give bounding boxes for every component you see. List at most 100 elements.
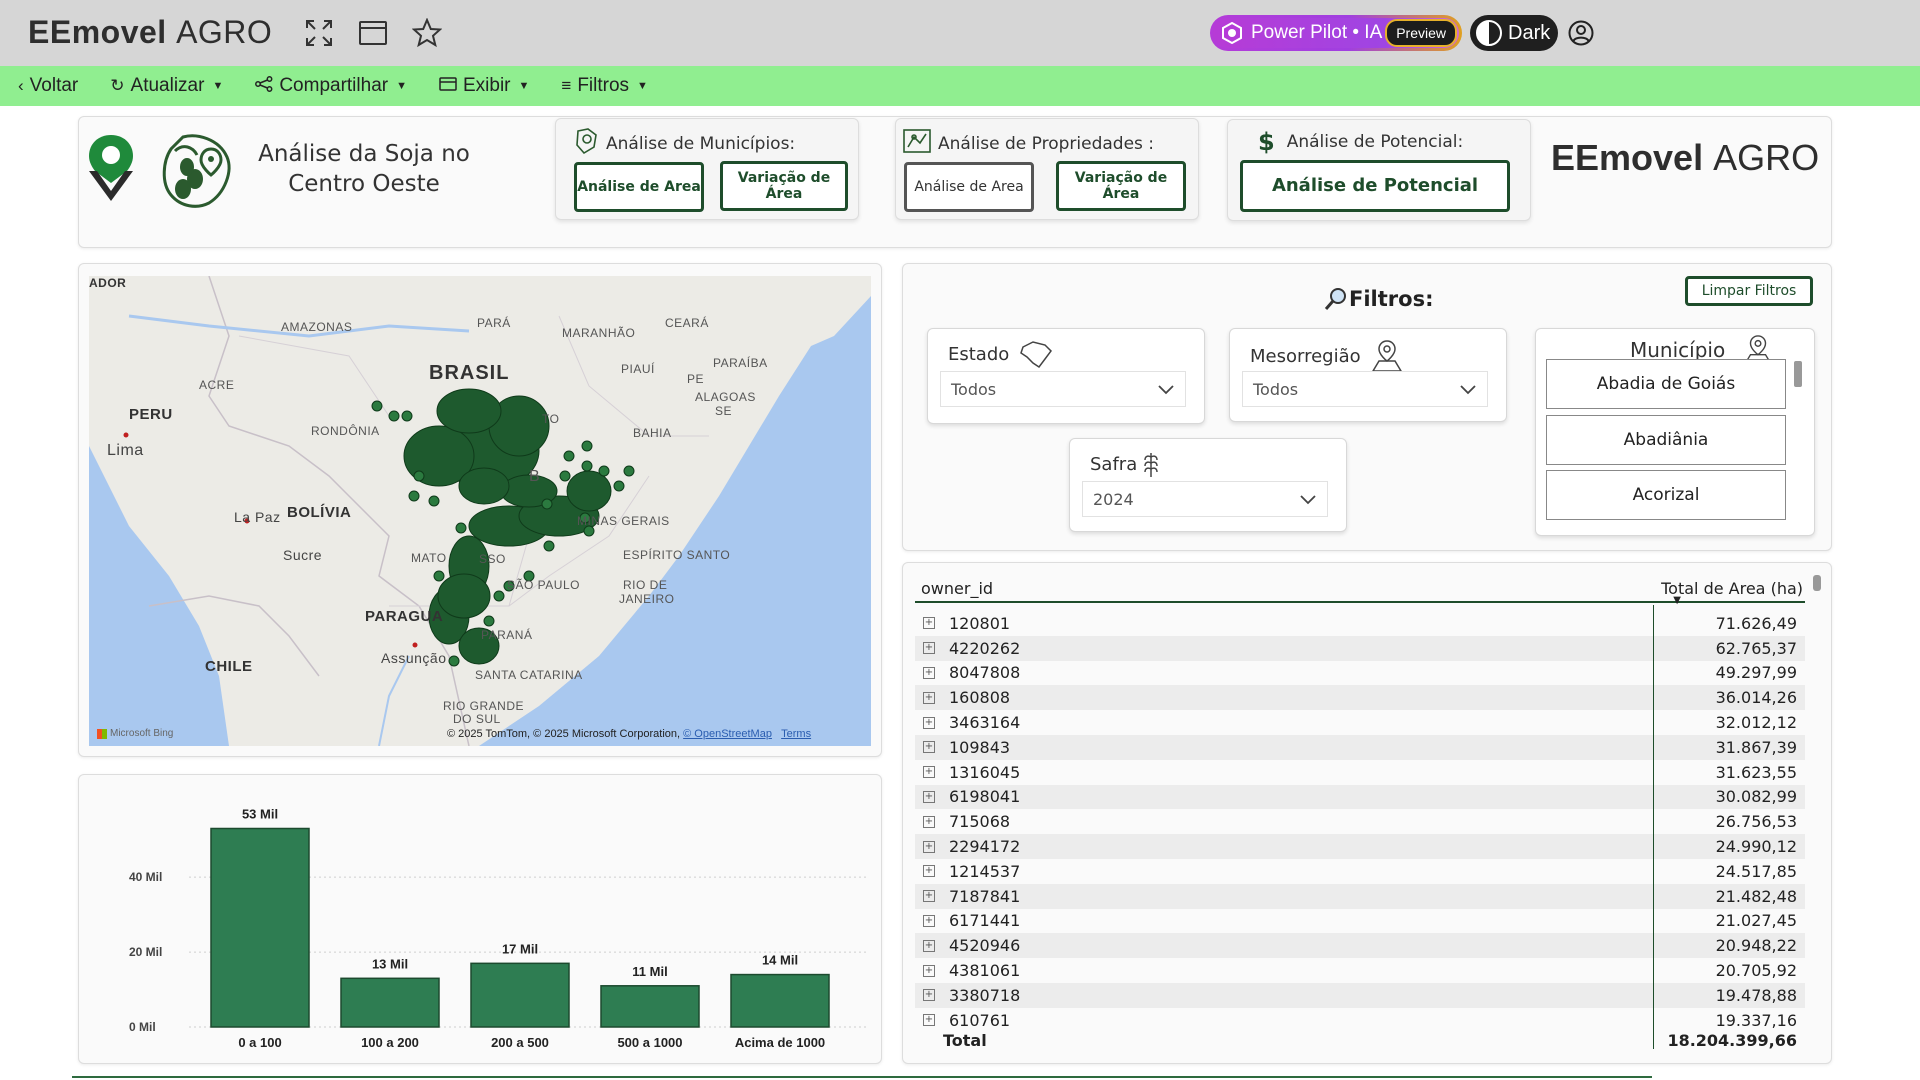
- clear-filters-button[interactable]: Limpar Filtros: [1685, 276, 1813, 306]
- table-row[interactable]: +715068 26.756,53: [915, 809, 1805, 834]
- window-icon[interactable]: [356, 16, 390, 50]
- expand-icon[interactable]: +: [923, 989, 935, 1002]
- owner-id-cell: 2294172: [949, 837, 1021, 857]
- soy-map[interactable]: ADOR AMAZONAS PARÁ MARANHÃO CEARÁ BRASIL…: [89, 276, 871, 746]
- expand-icon[interactable]: +: [923, 617, 935, 630]
- brand-bold: EEmovel: [28, 14, 167, 50]
- safra-value: 2024: [1093, 489, 1134, 509]
- column-divider: [1653, 605, 1654, 1049]
- expand-icon[interactable]: +: [923, 790, 935, 803]
- table-row[interactable]: +109843 31.867,39: [915, 734, 1805, 760]
- expand-icon[interactable]: +: [923, 914, 935, 927]
- table-row[interactable]: +8047808 49.297,99: [915, 661, 1805, 686]
- owner-id-cell: 1214537: [949, 861, 1021, 881]
- expand-icon[interactable]: +: [923, 691, 935, 704]
- table-row[interactable]: +2294172 24.990,12: [915, 834, 1805, 859]
- municipio-option[interactable]: Abadiânia: [1546, 415, 1786, 465]
- chevron-down-icon: [1460, 385, 1476, 395]
- mesorregiao-dropdown[interactable]: Todos: [1242, 371, 1488, 407]
- municipio-option[interactable]: Acorizal: [1546, 470, 1786, 520]
- app-top-bar: EEmovel AGRO Power Pilot • IA Preview Da…: [0, 0, 1920, 66]
- user-account-icon[interactable]: [1568, 20, 1594, 46]
- propriedades-area-button[interactable]: Análise de Area: [904, 162, 1034, 212]
- table-row[interactable]: +3380718 19.478,88: [915, 982, 1805, 1008]
- filters-menu[interactable]: ≡ Filtros ▼: [561, 75, 648, 97]
- table-row[interactable]: +3463164 32.012,12: [915, 710, 1805, 735]
- municipio-scrollbar[interactable]: [1794, 361, 1802, 387]
- dollar-icon: $: [1258, 128, 1275, 156]
- header-card: Análise da Soja no Centro Oeste Análise …: [78, 116, 1832, 248]
- filters-label: Filtros: [577, 75, 630, 96]
- expand-icon[interactable]: +: [923, 964, 935, 977]
- expand-icon[interactable]: +: [923, 766, 935, 779]
- table-row[interactable]: +7187841 21.482,48: [915, 883, 1805, 909]
- osm-link[interactable]: © OpenStreetMap: [683, 728, 772, 740]
- owner-id-cell: 7187841: [949, 886, 1021, 906]
- table-row[interactable]: +4220262 62.765,37: [915, 635, 1805, 661]
- propriedades-variation-button[interactable]: Variação de Área: [1056, 161, 1186, 211]
- bar[interactable]: [470, 962, 570, 1028]
- expand-icon[interactable]: +: [923, 741, 935, 754]
- municipio-option[interactable]: Abadia de Goiás: [1546, 359, 1786, 409]
- expand-icon[interactable]: +: [923, 890, 935, 903]
- wheat-icon: [1144, 453, 1158, 477]
- view-menu[interactable]: Exibir ▼: [439, 75, 529, 97]
- bar[interactable]: [340, 977, 440, 1028]
- bar[interactable]: [730, 973, 830, 1028]
- expand-icon[interactable]: +: [923, 716, 935, 729]
- fullscreen-icon[interactable]: [302, 16, 336, 50]
- table-row[interactable]: +6171441 21.027,45: [915, 909, 1805, 934]
- table-row[interactable]: +6198041 30.082,99: [915, 784, 1805, 810]
- table-row[interactable]: +1214537 24.517,85: [915, 859, 1805, 884]
- table-row[interactable]: +4381061 20.705,92: [915, 958, 1805, 983]
- area-cell: 19.337,16: [1715, 1010, 1797, 1030]
- bar[interactable]: [210, 827, 310, 1028]
- bar[interactable]: [600, 985, 700, 1028]
- filter-icon: ≡: [561, 76, 572, 95]
- map-label-dosul: DO SUL: [453, 712, 501, 726]
- bing-attribution: Microsoft Bing: [97, 728, 173, 739]
- total-area-header[interactable]: Total de Area (ha): [1661, 579, 1803, 598]
- potencial-analysis-button[interactable]: Análise de Potencial: [1240, 160, 1510, 212]
- table-row[interactable]: +4520946 20.948,22: [915, 933, 1805, 959]
- star-icon[interactable]: [410, 16, 444, 50]
- area-cell: 21.027,45: [1715, 911, 1797, 931]
- table-row[interactable]: +120801 71.626,49: [915, 611, 1805, 636]
- map-label-riode: RIO DE: [623, 578, 668, 592]
- table-scrollbar[interactable]: [1813, 575, 1821, 591]
- back-label: Voltar: [29, 75, 79, 96]
- expand-icon[interactable]: +: [923, 815, 935, 828]
- refresh-menu[interactable]: ↻ Atualizar ▼: [110, 75, 223, 97]
- estado-dropdown[interactable]: Todos: [940, 371, 1186, 407]
- map-label-riogrande: RIO GRANDE: [443, 699, 525, 713]
- table-row[interactable]: +1316045 31.623,55: [915, 760, 1805, 785]
- map-label-janeiro: JANEIRO: [619, 592, 675, 606]
- expand-icon[interactable]: +: [923, 642, 935, 655]
- expand-icon[interactable]: +: [923, 939, 935, 952]
- safra-slicer: Safra 2024: [1069, 438, 1347, 532]
- power-pilot-button[interactable]: Power Pilot • IA Preview: [1210, 15, 1462, 51]
- municipios-variation-button[interactable]: Variação de Área: [720, 161, 848, 211]
- expand-icon[interactable]: +: [923, 840, 935, 853]
- owner-id-cell: 6198041: [949, 787, 1021, 807]
- map-label-rondonia: RONDÔNIA: [311, 424, 380, 438]
- expand-icon[interactable]: +: [923, 865, 935, 878]
- table-row[interactable]: +160808 36.014,26: [915, 685, 1805, 711]
- municipios-area-button[interactable]: Análise de Area: [574, 162, 704, 212]
- expand-icon[interactable]: +: [923, 1014, 935, 1027]
- owner-id-header[interactable]: owner_id: [921, 579, 993, 598]
- area-cell: 19.478,88: [1715, 985, 1797, 1005]
- municipios-panel: Análise de Municípios: Análise de Area V…: [555, 118, 859, 220]
- data-label: 13 Mil: [372, 956, 408, 971]
- propriedades-title-text: Análise de Propriedades :: [938, 133, 1155, 154]
- dark-mode-toggle[interactable]: Dark: [1470, 15, 1558, 51]
- map-label-espirito: ESPÍRITO SANTO: [623, 548, 731, 562]
- location-pin-logo: [89, 135, 133, 201]
- x-tick-label: 100 a 200: [361, 1035, 419, 1050]
- y-tick-label: 0 Mil: [129, 1020, 156, 1034]
- share-menu[interactable]: Compartilhar ▼: [255, 75, 407, 97]
- expand-icon[interactable]: +: [923, 666, 935, 679]
- back-button[interactable]: ‹ Voltar: [18, 75, 78, 97]
- safra-dropdown[interactable]: 2024: [1082, 481, 1328, 517]
- terms-link[interactable]: Terms: [781, 728, 811, 740]
